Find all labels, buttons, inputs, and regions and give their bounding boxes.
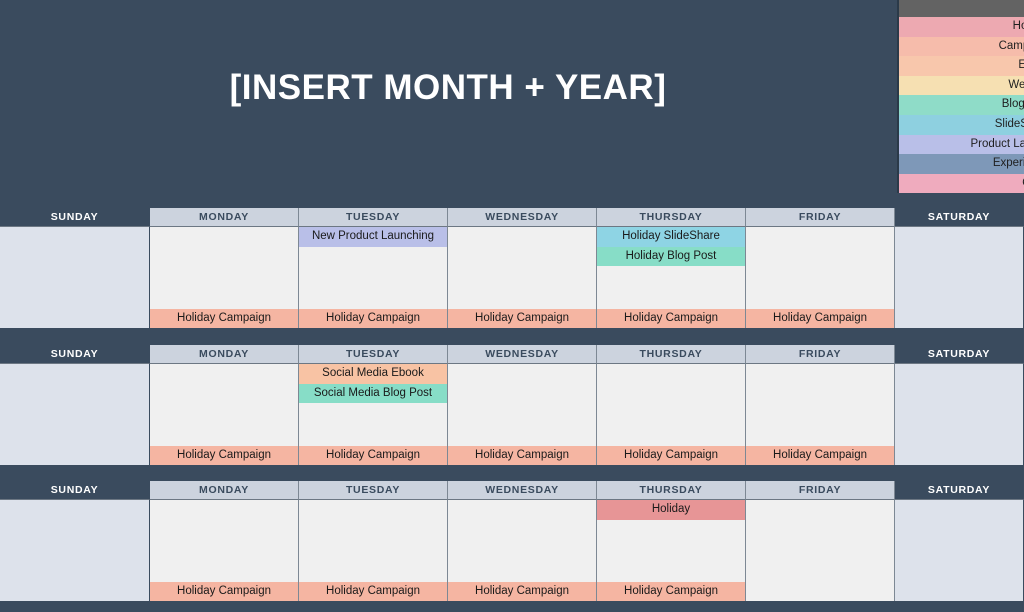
calendar-event[interactable]: Holiday Campaign (299, 445, 447, 465)
calendar-event[interactable]: Holiday Campaign (299, 581, 447, 601)
calendar-event-group-bottom: Holiday Campaign (597, 581, 745, 601)
calendar-event-group-bottom: Holiday Campaign (299, 445, 447, 465)
day-cell-wednesday[interactable]: Holiday Campaign (448, 500, 597, 601)
day-header-thursday[interactable]: THURSDAY (597, 208, 746, 227)
calendar-event[interactable]: Holiday (597, 500, 745, 520)
day-cell-saturday[interactable] (895, 500, 1024, 601)
day-cell-wednesday[interactable]: Holiday Campaign (448, 364, 597, 465)
day-cell-friday[interactable] (746, 500, 895, 601)
day-header-wednesday[interactable]: WEDNESDAY (448, 345, 597, 364)
calendar-event[interactable]: Holiday Campaign (597, 581, 745, 601)
key-legend-item: Campaign (899, 36, 1024, 57)
day-header-friday[interactable]: FRIDAY (746, 481, 895, 500)
day-header-saturday[interactable]: SATURDAY (895, 481, 1024, 500)
day-cell-friday[interactable]: Holiday Campaign (746, 227, 895, 328)
calendar-week: SUNDAY MONDAY TUESDAY WEDNESDAY THURSDAY FRID… (0, 345, 1024, 465)
day-header-saturday[interactable]: SATURDAY (895, 345, 1024, 364)
calendar-event-group-bottom: Holiday Campaign (448, 308, 596, 328)
day-header-row: SUNDAY MONDAY TUESDAY WEDNESDAY THURSDAY FRID… (0, 345, 1024, 364)
day-header-monday[interactable]: MONDAY (150, 481, 299, 500)
day-header-monday[interactable]: MONDAY (150, 208, 299, 227)
key-legend-item: Experiment (899, 154, 1024, 174)
key-legend-item: SlideShare (899, 114, 1024, 135)
calendar-event[interactable]: Holiday Campaign (150, 308, 298, 328)
day-header-wednesday[interactable]: WEDNESDAY (448, 208, 597, 227)
calendar-event-group-bottom: Holiday Campaign (746, 445, 894, 465)
calendar-event[interactable]: Holiday Campaign (597, 445, 745, 465)
page-title: [INSERT MONTH + YEAR] (229, 68, 667, 107)
day-header-friday[interactable]: FRIDAY (746, 208, 895, 227)
key-legend-item: Product Launch (899, 134, 1024, 155)
calendar-event[interactable]: New Product Launching (299, 227, 447, 247)
key-legend-panel: KEY HolidayCampaignEbookWebinarBlog Post… (897, 0, 1024, 194)
day-header-tuesday[interactable]: TUESDAY (299, 345, 448, 364)
day-cell-thursday[interactable]: Holiday Campaign (597, 364, 746, 465)
calendar-event-group-bottom: Holiday Campaign (299, 308, 447, 328)
calendar-event-group-bottom: Holiday Campaign (299, 581, 447, 601)
key-legend-rows: HolidayCampaignEbookWebinarBlog PostSlid… (899, 17, 1024, 194)
day-cell-tuesday[interactable]: Social Media Ebook Social Media Blog Post… (299, 364, 448, 465)
day-header-monday[interactable]: MONDAY (150, 345, 299, 364)
day-header-saturday[interactable]: SATURDAY (895, 208, 1024, 227)
day-cell-sunday[interactable] (0, 364, 150, 465)
calendar-event-group-bottom: Holiday Campaign (746, 308, 894, 328)
day-header-friday[interactable]: FRIDAY (746, 345, 895, 364)
day-cell-wednesday[interactable]: Holiday Campaign (448, 227, 597, 328)
day-header-thursday[interactable]: THURSDAY (597, 481, 746, 500)
title-banner: [INSERT MONTH + YEAR] (0, 0, 1024, 197)
calendar-event-group-bottom: Holiday Campaign (448, 581, 596, 601)
day-header-sunday[interactable]: SUNDAY (0, 345, 150, 364)
day-cell-thursday[interactable]: Holiday Holiday Campaign (597, 500, 746, 601)
calendar-event-group-bottom: Holiday Campaign (597, 308, 745, 328)
day-cell-saturday[interactable] (895, 227, 1024, 328)
calendar-week: SUNDAY MONDAY TUESDAY WEDNESDAY THURSDAY FRID… (0, 208, 1024, 328)
calendar-event[interactable]: Holiday Blog Post (597, 246, 745, 266)
calendar-event[interactable]: Holiday Campaign (746, 308, 894, 328)
calendar-event[interactable]: Holiday Campaign (150, 445, 298, 465)
day-cell-tuesday[interactable]: New Product Launching Holiday Campaign (299, 227, 448, 328)
calendar-event[interactable]: Holiday Campaign (448, 445, 596, 465)
day-cell-row: Holiday Campaign Social Media Ebook Social… (0, 364, 1024, 465)
day-cell-friday[interactable]: Holiday Campaign (746, 364, 895, 465)
day-header-sunday[interactable]: SUNDAY (0, 481, 150, 500)
calendar-event[interactable]: Holiday Campaign (448, 308, 596, 328)
calendar-event-group-bottom: Holiday Campaign (150, 308, 298, 328)
key-legend-item: Ebook (899, 56, 1024, 76)
day-header-tuesday[interactable]: TUESDAY (299, 208, 448, 227)
key-legend-item: Other (899, 173, 1024, 194)
calendar-week: SUNDAY MONDAY TUESDAY WEDNESDAY THURSDAY FRID… (0, 481, 1024, 601)
day-header-tuesday[interactable]: TUESDAY (299, 481, 448, 500)
calendar-event[interactable]: Holiday Campaign (150, 581, 298, 601)
day-cell-row: Holiday Campaign New Product Launching Hol… (0, 227, 1024, 328)
calendar-event[interactable]: Social Media Ebook (299, 364, 447, 384)
calendar-event[interactable]: Holiday Campaign (299, 308, 447, 328)
day-cell-tuesday[interactable]: Holiday Campaign (299, 500, 448, 601)
day-cell-sunday[interactable] (0, 500, 150, 601)
calendar-event-group-bottom: Holiday Campaign (150, 581, 298, 601)
day-cell-saturday[interactable] (895, 364, 1024, 465)
day-header-row: SUNDAY MONDAY TUESDAY WEDNESDAY THURSDAY FRID… (0, 208, 1024, 227)
calendar-event[interactable]: Holiday Campaign (448, 581, 596, 601)
calendar-event[interactable]: Holiday SlideShare (597, 227, 745, 247)
key-legend-item: Holiday (899, 17, 1024, 37)
day-cell-row: Holiday Campaign Holiday Campaign Holiday … (0, 500, 1024, 601)
day-cell-monday[interactable]: Holiday Campaign (150, 500, 299, 601)
calendar-event[interactable]: Social Media Blog Post (299, 383, 447, 403)
calendar-event-group-bottom: Holiday Campaign (448, 445, 596, 465)
key-legend-item: Webinar (899, 75, 1024, 96)
calendar-event-group-bottom: Holiday Campaign (597, 445, 745, 465)
day-header-thursday[interactable]: THURSDAY (597, 345, 746, 364)
calendar-event[interactable]: Holiday Campaign (597, 308, 745, 328)
calendar-event-group-bottom: Holiday Campaign (150, 445, 298, 465)
day-cell-sunday[interactable] (0, 227, 150, 328)
day-header-sunday[interactable]: SUNDAY (0, 208, 150, 227)
key-legend-item: Blog Post (899, 95, 1024, 115)
key-legend-header: KEY (899, 0, 1024, 17)
day-cell-thursday[interactable]: Holiday SlideShare Holiday Blog Post Holid… (597, 227, 746, 328)
calendar-event[interactable]: Holiday Campaign (746, 445, 894, 465)
day-header-row: SUNDAY MONDAY TUESDAY WEDNESDAY THURSDAY FRID… (0, 481, 1024, 500)
day-cell-monday[interactable]: Holiday Campaign (150, 227, 299, 328)
day-cell-monday[interactable]: Holiday Campaign (150, 364, 299, 465)
day-header-wednesday[interactable]: WEDNESDAY (448, 481, 597, 500)
